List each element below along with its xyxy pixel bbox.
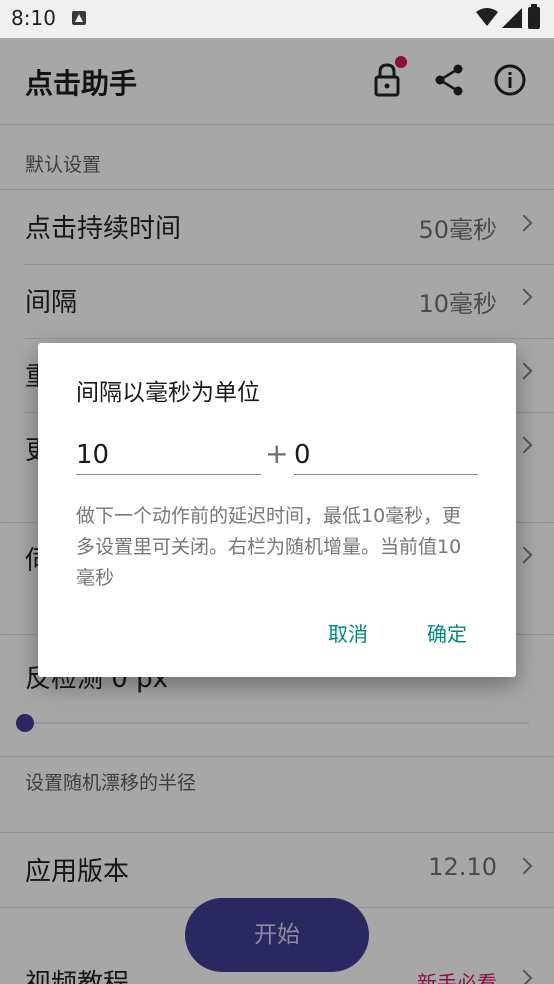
interval-input[interactable] bbox=[76, 435, 261, 475]
dialog-description: 做下一个动作前的延迟时间，最低10毫秒，更多设置里可关闭。右栏为随机增量。当前值… bbox=[76, 505, 462, 589]
random-increment-input[interactable] bbox=[294, 435, 478, 475]
status-bar: 8:10 bbox=[0, 0, 554, 38]
status-time: 8:10 bbox=[11, 6, 56, 30]
confirm-button[interactable]: 确定 bbox=[427, 618, 467, 647]
interval-dialog: 间隔以毫秒为单位 + 做下一个动作前的延迟时间，最低10毫秒，更多设置里可关闭。… bbox=[38, 343, 516, 677]
dialog-title: 间隔以毫秒为单位 bbox=[76, 380, 260, 406]
signal-icon bbox=[502, 8, 522, 28]
wifi-icon bbox=[476, 8, 498, 26]
plus-sign: + bbox=[265, 437, 289, 470]
battery-icon bbox=[528, 4, 540, 29]
notification-app-icon bbox=[72, 11, 86, 25]
cancel-button[interactable]: 取消 bbox=[328, 618, 368, 647]
